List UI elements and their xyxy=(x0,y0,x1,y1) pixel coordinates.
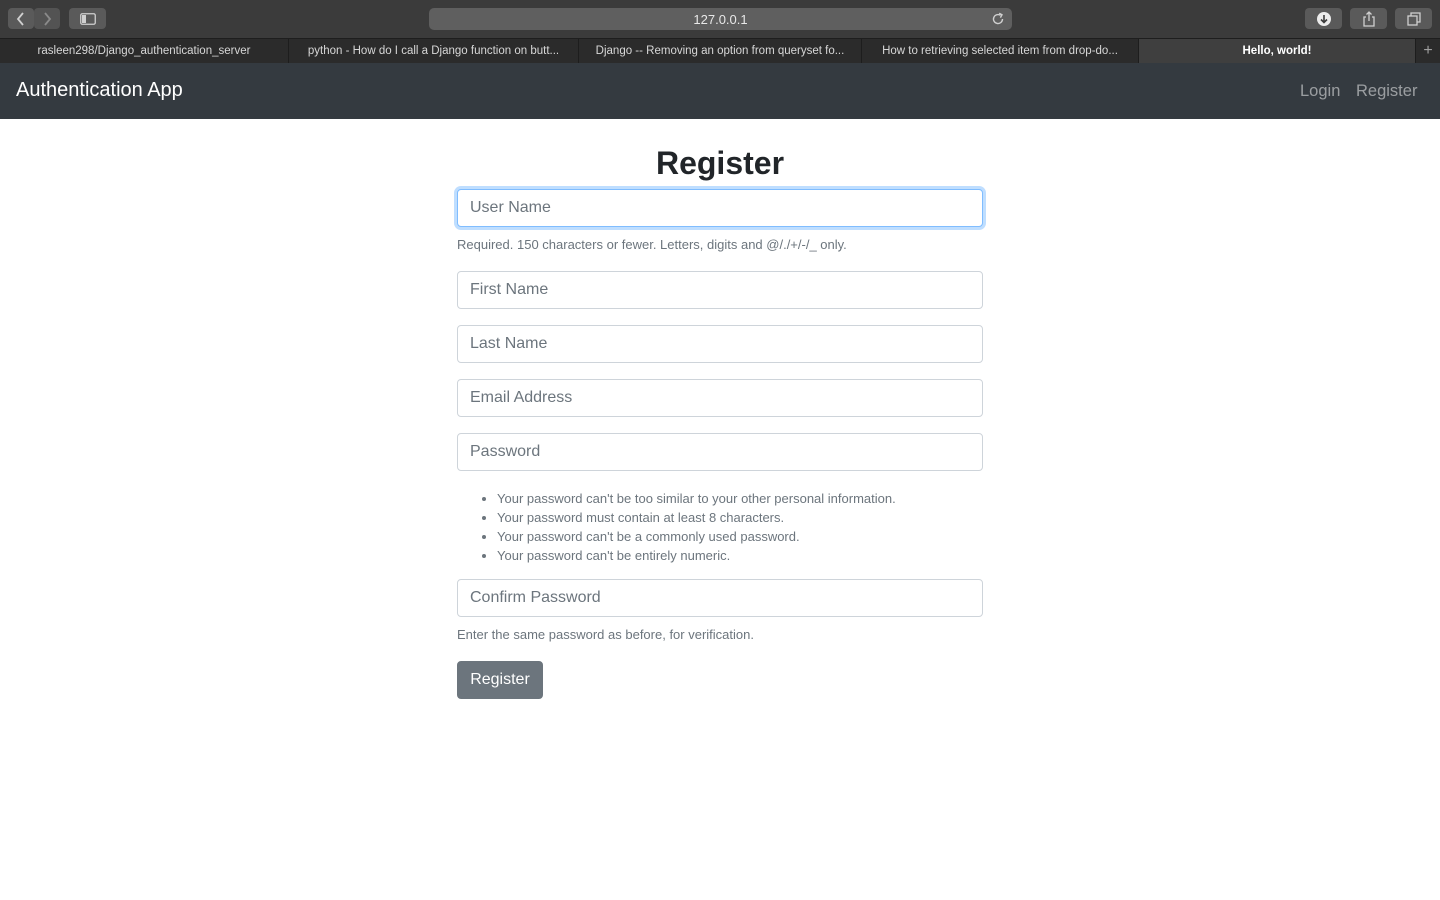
downloads-button[interactable] xyxy=(1305,8,1342,29)
nav-login-link[interactable]: Login xyxy=(1300,82,1340,101)
confirm-help-text: Enter the same password as before, for v… xyxy=(457,627,754,642)
tab-hello-world[interactable]: Hello, world! xyxy=(1139,39,1416,63)
tab-dropdown-item[interactable]: How to retrieving selected item from dro… xyxy=(862,39,1139,63)
username-input[interactable] xyxy=(457,189,983,227)
email-input[interactable] xyxy=(457,379,983,417)
site-navbar: Authentication App Login Register xyxy=(0,63,1440,119)
share-icon xyxy=(1362,10,1375,27)
username-help-text: Required. 150 characters or fewer. Lette… xyxy=(457,237,847,252)
tab-title: rasleen298/Django_authentication_server xyxy=(37,45,251,57)
tab-bar: rasleen298/Django_authentication_server … xyxy=(0,38,1440,63)
tabs-icon xyxy=(1406,11,1421,26)
tab-overview-button[interactable] xyxy=(1395,8,1432,29)
chevron-right-icon xyxy=(44,11,52,26)
confirm-password-input[interactable] xyxy=(457,579,983,617)
list-item: Your password must contain at least 8 ch… xyxy=(497,508,896,527)
password-rules-list: Your password can't be too similar to yo… xyxy=(457,489,896,565)
download-icon xyxy=(1316,11,1331,26)
list-item: Your password can't be entirely numeric. xyxy=(497,546,896,565)
register-button[interactable]: Register xyxy=(457,661,543,699)
sidebar-icon xyxy=(79,12,96,25)
back-button[interactable] xyxy=(8,8,34,29)
forward-button[interactable] xyxy=(34,8,60,29)
page-title: Register xyxy=(655,145,785,181)
list-item: Your password can't be too similar to yo… xyxy=(497,489,896,508)
password-input[interactable] xyxy=(457,433,983,471)
reload-icon[interactable] xyxy=(990,11,1006,27)
browser-toolbar: 127.0.0.1 xyxy=(0,0,1440,38)
tab-title: Hello, world! xyxy=(1242,45,1312,57)
new-tab-button[interactable]: + xyxy=(1416,39,1440,63)
tab-title: python - How do I call a Django function… xyxy=(307,45,560,57)
list-item: Your password can't be a commonly used p… xyxy=(497,527,896,546)
sidebar-toggle-button[interactable] xyxy=(69,8,106,29)
first-name-input[interactable] xyxy=(457,271,983,309)
address-bar[interactable]: 127.0.0.1 xyxy=(429,8,1012,30)
url-text: 127.0.0.1 xyxy=(693,11,748,27)
nav-register-link[interactable]: Register xyxy=(1356,82,1417,101)
tab-django-queryset[interactable]: Django -- Removing an option from querys… xyxy=(579,39,862,63)
last-name-input[interactable] xyxy=(457,325,983,363)
tab-title: How to retrieving selected item from dro… xyxy=(882,45,1118,57)
tab-title: Django -- Removing an option from querys… xyxy=(595,45,845,57)
plus-icon: + xyxy=(1423,42,1433,59)
tab-django-auth-server[interactable]: rasleen298/Django_authentication_server xyxy=(0,39,289,63)
tab-django-function-button[interactable]: python - How do I call a Django function… xyxy=(289,39,579,63)
brand-link[interactable]: Authentication App xyxy=(16,79,183,102)
chevron-left-icon xyxy=(16,11,24,26)
share-button[interactable] xyxy=(1350,8,1387,29)
